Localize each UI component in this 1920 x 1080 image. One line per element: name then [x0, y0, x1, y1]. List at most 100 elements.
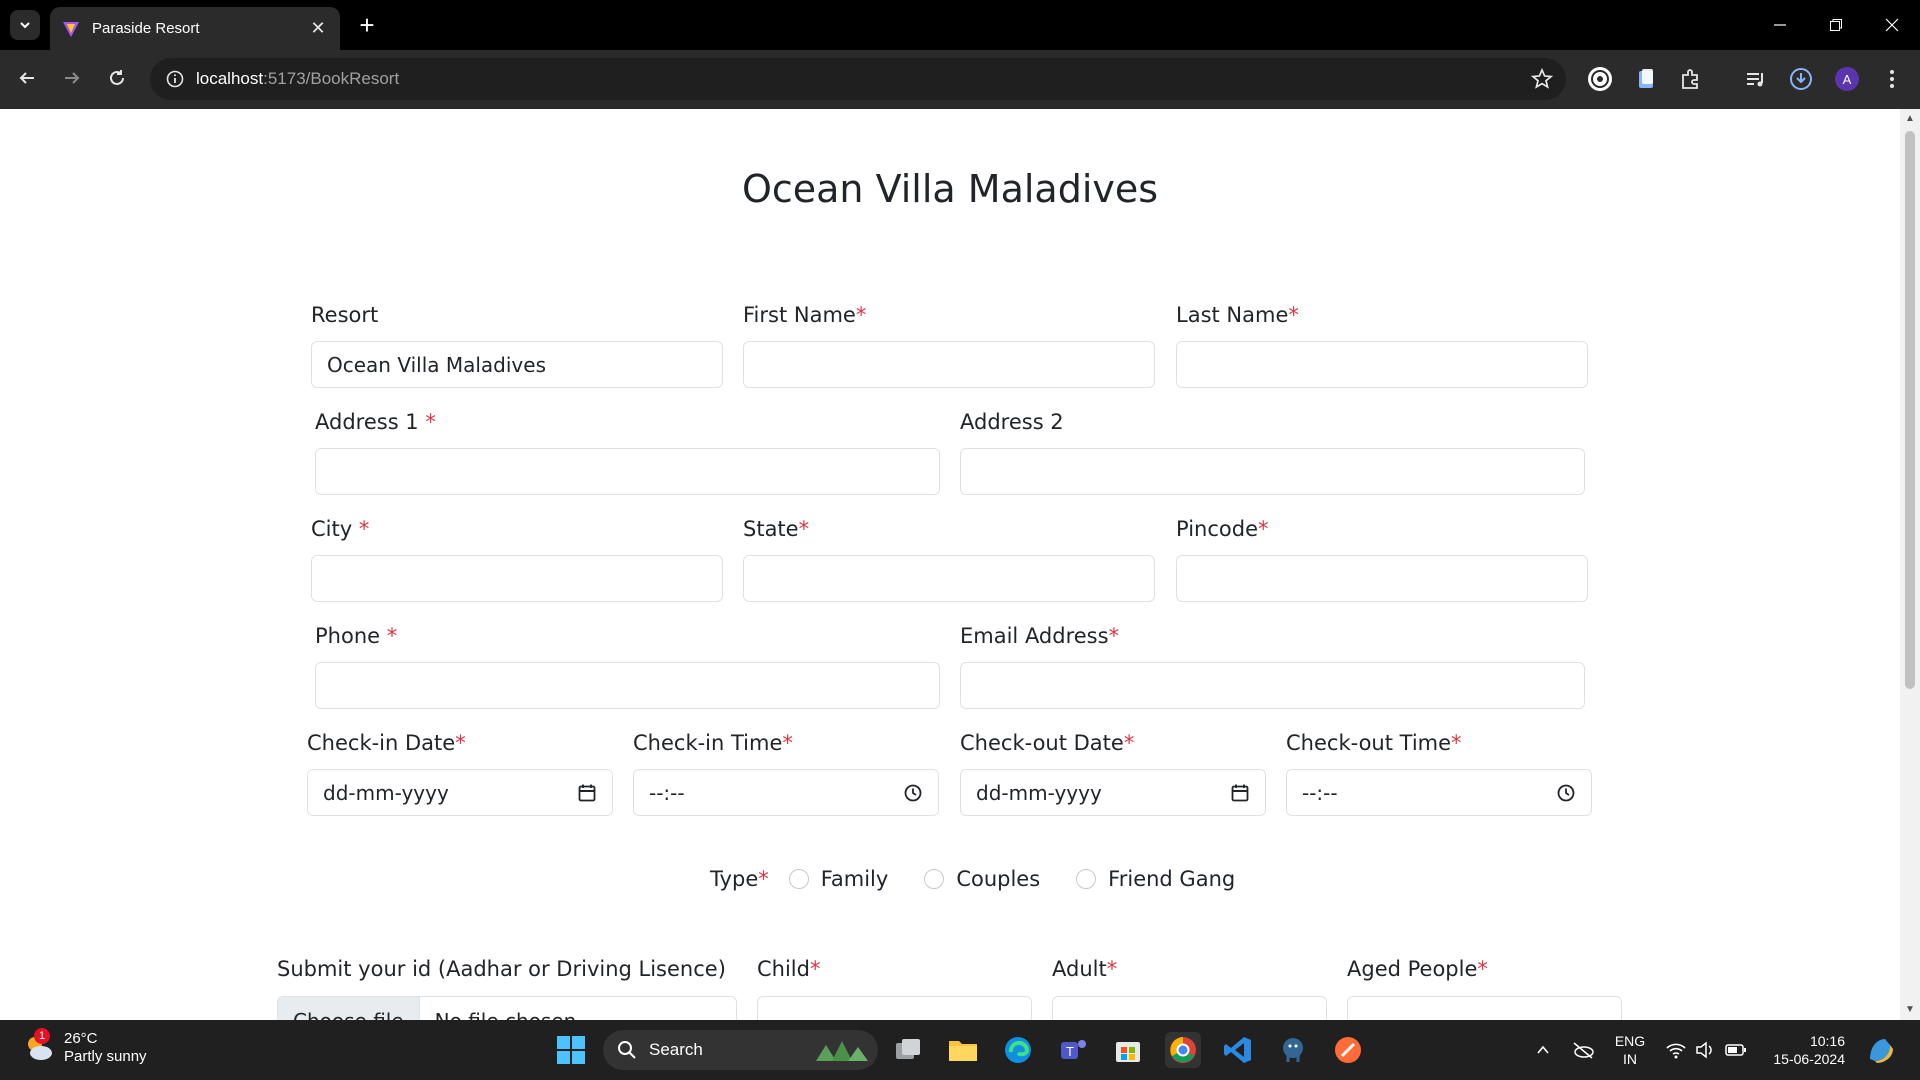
aged-input[interactable]: [1347, 996, 1622, 1020]
back-button[interactable]: [10, 61, 44, 95]
address2-input[interactable]: [960, 448, 1585, 495]
teams-icon[interactable]: T: [1055, 1032, 1091, 1068]
file-status: No file chosen: [420, 997, 592, 1020]
profile-avatar[interactable]: A: [1831, 63, 1863, 95]
arrow-right-icon: [65, 72, 80, 84]
checkin-date-input[interactable]: dd-mm-yyyy: [307, 769, 613, 816]
new-tab-button[interactable]: +: [352, 10, 382, 40]
close-icon: [1885, 18, 1899, 32]
phone-input[interactable]: [315, 662, 940, 709]
clock-date: 15-06-2024: [1773, 1051, 1845, 1067]
extension-document-icon[interactable]: [1630, 63, 1662, 95]
forward-button[interactable]: [55, 61, 89, 95]
tab-search-button[interactable]: [10, 10, 40, 40]
email-input[interactable]: [960, 662, 1585, 709]
taskbar-search[interactable]: Search: [603, 1030, 878, 1070]
weather-sun-cloud-icon: 1: [22, 1028, 54, 1064]
address-bar[interactable]: localhost:5173/BookResort: [150, 58, 1566, 100]
radio-couples-label[interactable]: Couples: [956, 867, 1040, 891]
type-radio-group: Type* Family Couples Friend Gang: [710, 867, 1235, 891]
last-name-input[interactable]: [1176, 341, 1588, 388]
child-input[interactable]: [757, 996, 1032, 1020]
extension-circle-icon[interactable]: [1584, 63, 1616, 95]
close-icon[interactable]: ✕: [308, 18, 328, 39]
vscode-icon[interactable]: [1220, 1032, 1256, 1068]
radio-family[interactable]: [788, 869, 809, 889]
language-indicator[interactable]: ENG IN: [1610, 1032, 1650, 1068]
city-input[interactable]: [311, 555, 723, 602]
id-upload-input[interactable]: Choose file No file chosen: [277, 996, 737, 1020]
puzzle-icon[interactable]: [1675, 63, 1707, 95]
url-path: :5173/BookResort: [263, 69, 400, 88]
clock-icon[interactable]: [903, 783, 923, 803]
browser-toolbar: localhost:5173/BookResort A: [0, 50, 1920, 109]
page-scrollbar[interactable]: ▲ ▼: [1900, 109, 1920, 1020]
svg-text:T: T: [1066, 1044, 1074, 1059]
scroll-down-icon[interactable]: ▼: [1905, 1005, 1915, 1015]
state-input[interactable]: [743, 555, 1155, 602]
scroll-thumb[interactable]: [1905, 131, 1915, 689]
windows-taskbar: 1 26°C Partly sunny Search T ENG IN 10:1…: [0, 1020, 1920, 1080]
scroll-up-icon[interactable]: ▲: [1905, 114, 1915, 124]
edge-browser-icon[interactable]: [1000, 1032, 1036, 1068]
search-icon: [618, 1041, 636, 1059]
chrome-icon[interactable]: [1165, 1032, 1201, 1068]
radio-friend-gang[interactable]: [1076, 869, 1097, 889]
checkout-time-input[interactable]: --:--: [1286, 769, 1592, 816]
city-label: City *: [311, 517, 370, 541]
choose-file-button[interactable]: Choose file: [278, 997, 420, 1020]
id-upload-label: Submit your id (Aadhar or Driving Lisenc…: [277, 957, 726, 981]
arrow-left-icon: [19, 72, 34, 84]
radio-friend-gang-label[interactable]: Friend Gang: [1108, 867, 1235, 891]
first-name-input[interactable]: [743, 341, 1155, 388]
copilot-icon[interactable]: [1862, 1032, 1898, 1068]
clock-icon[interactable]: [1556, 783, 1576, 803]
postgresql-icon[interactable]: [1275, 1032, 1311, 1068]
chevron-up-icon[interactable]: [1525, 1032, 1561, 1068]
page-content: Ocean Villa Maladives Resort Ocean Villa…: [0, 109, 1900, 1020]
microsoft-store-icon[interactable]: [1110, 1032, 1146, 1068]
last-name-label: Last Name*: [1176, 303, 1299, 327]
resort-input[interactable]: Ocean Villa Maladives: [311, 341, 723, 388]
weather-badge: 1: [34, 1028, 50, 1044]
tab-paraside-resort[interactable]: Paraside Resort ✕: [50, 7, 340, 50]
postman-icon[interactable]: [1330, 1032, 1366, 1068]
minimize-button[interactable]: [1752, 0, 1808, 50]
task-view-icon[interactable]: [890, 1032, 926, 1068]
site-info-icon[interactable]: [154, 58, 196, 100]
star-icon[interactable]: [1530, 67, 1554, 91]
radio-family-label[interactable]: Family: [821, 867, 889, 891]
download-icon[interactable]: [1785, 63, 1817, 95]
weather-desc: Partly sunny: [64, 1048, 147, 1065]
restore-button[interactable]: [1808, 0, 1864, 50]
close-window-button[interactable]: [1864, 0, 1920, 50]
radio-couples[interactable]: [924, 869, 945, 889]
address2-label: Address 2: [960, 410, 1064, 434]
resort-label: Resort: [311, 303, 379, 327]
adult-label: Adult*: [1052, 957, 1118, 981]
windows-start-icon[interactable]: [553, 1032, 589, 1068]
address1-input[interactable]: [315, 448, 940, 495]
checkout-date-input[interactable]: dd-mm-yyyy: [960, 769, 1266, 816]
clock-widget[interactable]: 10:16 15-06-2024: [1755, 1032, 1845, 1068]
first-name-label: First Name*: [743, 303, 867, 327]
weather-widget[interactable]: 1 26°C Partly sunny: [22, 1028, 147, 1066]
weather-temp: 26°C: [64, 1030, 98, 1047]
media-queue-icon[interactable]: [1740, 63, 1772, 95]
phone-label: Phone *: [315, 624, 398, 648]
adult-input[interactable]: [1052, 996, 1327, 1020]
search-label: Search: [649, 1040, 703, 1059]
file-explorer-icon[interactable]: [945, 1032, 981, 1068]
battery-icon[interactable]: [1718, 1032, 1754, 1068]
aged-label: Aged People*: [1347, 957, 1488, 981]
pincode-input[interactable]: [1176, 555, 1588, 602]
calendar-icon[interactable]: [577, 783, 597, 803]
minimize-icon: [1774, 24, 1786, 26]
menu-icon[interactable]: [1876, 63, 1908, 95]
calendar-icon[interactable]: [1230, 783, 1250, 803]
reload-icon: [110, 70, 124, 85]
checkin-time-input[interactable]: --:--: [633, 769, 939, 816]
pincode-label: Pincode*: [1176, 517, 1269, 541]
reload-button[interactable]: [100, 61, 134, 95]
onedrive-icon[interactable]: [1565, 1032, 1601, 1068]
